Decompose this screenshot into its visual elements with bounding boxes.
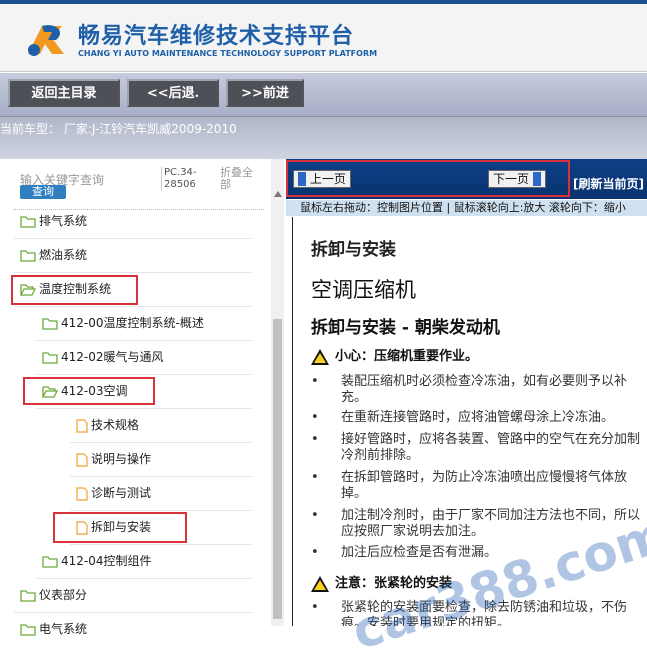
current-vehicle-text: 当前车型： 厂家:J-江铃汽车凯威2009-2010 xyxy=(0,122,237,136)
divider xyxy=(36,340,252,341)
folder-open-icon xyxy=(20,284,36,296)
doc-title: 空调压缩机 xyxy=(311,278,416,302)
scroll-thumb[interactable] xyxy=(273,319,282,619)
tree-item-412-02[interactable]: 412-02暖气与通风 xyxy=(42,346,164,368)
home-button[interactable]: 返回主目录 xyxy=(8,79,120,107)
tree-item-412-00[interactable]: 412-00温度控制系统-概述 xyxy=(42,312,204,334)
divider xyxy=(14,272,252,273)
folder-icon xyxy=(20,624,36,636)
site-title-english: CHANG YI AUTO MAINTENANCE TECHNOLOGY SUP… xyxy=(78,49,378,58)
doc-heading: 拆卸与安装 xyxy=(311,240,396,260)
tree-item-electrical[interactable]: 电气系统 xyxy=(20,618,87,640)
folder-icon xyxy=(42,556,58,568)
document-icon xyxy=(76,418,88,433)
tree-item-label: 仪表部分 xyxy=(39,588,88,602)
tree-item-label: 温度控制系统 xyxy=(39,282,112,296)
tree-item-specs[interactable]: 技术规格 xyxy=(76,414,139,436)
tree-item-label: 412-03空调 xyxy=(61,384,128,398)
tree-item-label: 燃油系统 xyxy=(39,248,88,262)
warning-icon xyxy=(311,348,329,365)
tree-item-exhaust[interactable]: 排气系统 xyxy=(20,210,87,232)
doc-bullet-text: 在拆卸管路时，为防止冷冻油喷出应慢慢将气体放掉。 xyxy=(341,470,628,501)
back-button[interactable]: <<后退. xyxy=(127,79,219,107)
search-row: 输入关键字查询 查询 PC.34-28506 折叠全部 xyxy=(0,159,270,209)
document-icon xyxy=(76,452,88,467)
site-header: 畅易汽车维修技术支持平台 CHANG YI AUTO MAINTENANCE T… xyxy=(0,4,647,72)
folder-icon xyxy=(42,318,58,330)
tree-item-label: 排气系统 xyxy=(39,214,88,228)
doc-bullet-text: 接好管路时，应将各装置、管路中的空气在充分加制冷剂前排除。 xyxy=(341,432,641,463)
fold-all-link[interactable]: 折叠全部 xyxy=(220,167,260,191)
divider xyxy=(14,238,252,239)
divider xyxy=(36,578,252,579)
tree-item-label: 412-00温度控制系统-概述 xyxy=(61,316,204,330)
divider xyxy=(14,306,252,307)
folder-open-icon xyxy=(42,386,58,398)
doc-subtitle: 拆卸与安装 - 朝柴发动机 xyxy=(311,318,500,338)
tree-item-removal-installation[interactable]: 拆卸与安装 xyxy=(76,516,151,538)
doc-bullet: • 在重新连接管路时，应将油管螺母涂上冷冻油。 xyxy=(311,410,647,426)
tree-item-temperature-control[interactable]: 温度控制系统 xyxy=(20,278,111,300)
refresh-link[interactable]: [刷新当前页] xyxy=(573,175,644,192)
tree-item-description[interactable]: 说明与操作 xyxy=(76,448,151,470)
folder-icon xyxy=(20,250,36,262)
sidebar-scrollbar[interactable] xyxy=(271,159,284,626)
tree-item-412-04[interactable]: 412-04控制组件 xyxy=(42,550,152,572)
highlight-box xyxy=(286,160,570,197)
divider xyxy=(70,510,252,511)
divider xyxy=(70,442,252,443)
divider xyxy=(36,408,252,409)
viewer-tips: 鼠标左右拖动：控制图片位置 | 鼠标滚轮向上:放大 滚轮向下：缩小 xyxy=(286,200,647,216)
doc-bullet-text: 装配压缩机时必须检查冷冻油，如有必要则予以补充。 xyxy=(341,374,628,405)
tree-item-instruments[interactable]: 仪表部分 xyxy=(20,584,87,606)
folder-icon xyxy=(42,352,58,364)
caution-heading: 小心：压缩机重要作业。 xyxy=(311,345,478,365)
scroll-up-arrow-icon[interactable] xyxy=(274,191,282,197)
sidebar-tree: 输入关键字查询 查询 PC.34-28506 折叠全部 排气系统 燃油系统 温度… xyxy=(0,159,270,636)
document-viewer: 上一页 下一页 [刷新当前页] 鼠标左右拖动：控制图片位置 | 鼠标滚轮向上:放… xyxy=(286,159,647,661)
nav-toolbar: 返回主目录 <<后退. >>前进 xyxy=(0,73,647,117)
tree-item-fuel[interactable]: 燃油系统 xyxy=(20,244,87,266)
pc-code: PC.34-28506 xyxy=(161,167,206,191)
folder-icon xyxy=(20,590,36,602)
doc-bullet: • 接好管路时，应将各装置、管路中的空气在充分加制冷剂前排除。 xyxy=(311,432,647,464)
forward-button[interactable]: >>前进 xyxy=(226,79,304,107)
divider xyxy=(14,612,252,613)
tree-item-label: 电气系统 xyxy=(39,622,88,636)
folder-icon xyxy=(20,216,36,228)
doc-bullet: • 在拆卸管路时，为防止冷冻油喷出应慢慢将气体放掉。 xyxy=(311,470,647,502)
current-vehicle-bar: 当前车型： 厂家:J-江铃汽车凯威2009-2010 xyxy=(0,117,647,159)
tree-item-label: 说明与操作 xyxy=(91,452,152,466)
divider xyxy=(70,476,252,477)
tree-item-label: 拆卸与安装 xyxy=(91,520,152,534)
doc-bullet: • 装配压缩机时必须检查冷冻油，如有必要则予以补充。 xyxy=(311,374,647,406)
site-title: 畅易汽车维修技术支持平台 xyxy=(78,24,355,49)
tree-item-label: 412-04控制组件 xyxy=(61,554,152,568)
tree-item-412-03[interactable]: 412-03空调 xyxy=(42,380,128,402)
divider xyxy=(70,544,252,545)
doc-bullet-text: 在重新连接管路时，应将油管螺母涂上冷冻油。 xyxy=(341,410,615,425)
refresh-label: 刷新当前页 xyxy=(578,177,639,191)
tree-item-label: 技术规格 xyxy=(91,418,140,432)
warning-icon xyxy=(311,575,329,592)
document-icon xyxy=(76,486,88,501)
divider xyxy=(36,374,252,375)
search-button[interactable]: 查询 xyxy=(20,185,66,199)
tree-item-diagnosis[interactable]: 诊断与测试 xyxy=(76,482,151,504)
tree-item-label: 诊断与测试 xyxy=(91,486,152,500)
document-icon xyxy=(76,520,88,535)
caution-title: 小心：压缩机重要作业。 xyxy=(335,349,479,364)
tree-item-label: 412-02暖气与通风 xyxy=(61,350,164,364)
logo-icon xyxy=(28,25,64,56)
